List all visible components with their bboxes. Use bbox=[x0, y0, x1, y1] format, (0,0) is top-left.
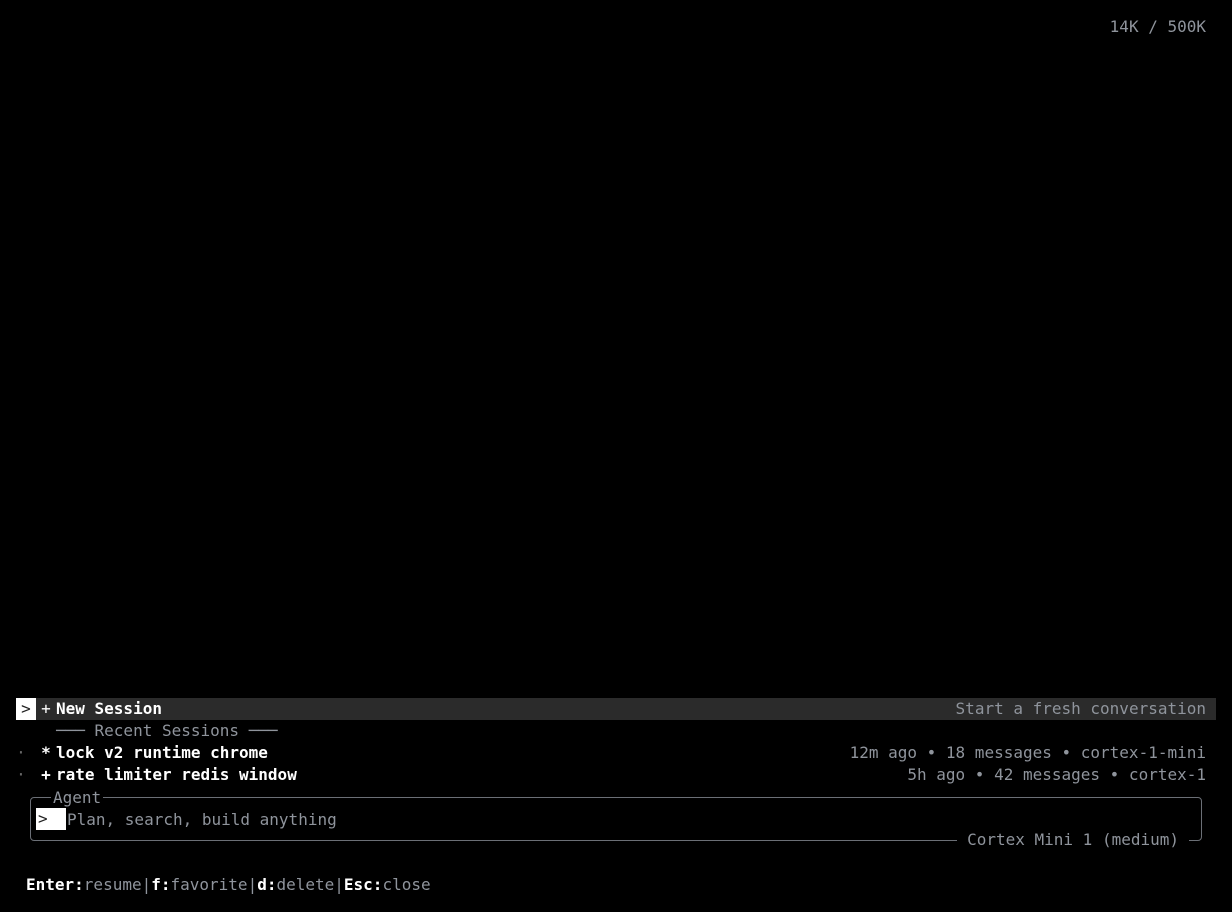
shortcut-separator: | bbox=[141, 875, 152, 894]
shortcut-action-resume: resume bbox=[83, 875, 142, 894]
shortcut-key-enter: Enter: bbox=[26, 875, 84, 894]
bullet-icon: · bbox=[16, 743, 26, 762]
recent-sessions-header: ─── Recent Sessions ─── bbox=[56, 721, 278, 740]
new-session-option[interactable]: > + New Session Start a fresh conversati… bbox=[16, 698, 1216, 720]
new-session-label: New Session bbox=[56, 699, 162, 718]
agent-input-box: Agent > Cortex Mini 1 (medium) bbox=[30, 787, 1202, 851]
session-item[interactable]: · + rate limiter redis window 5h ago • 4… bbox=[16, 764, 1216, 786]
prompt-symbol: > bbox=[38, 809, 48, 828]
shortcut-hints-bar: Enter:resume|f:favorite|d:delete|Esc:clo… bbox=[26, 874, 431, 896]
agent-prompt-input[interactable] bbox=[67, 808, 967, 830]
favorite-star-icon: * bbox=[41, 743, 51, 762]
shortcut-key-f: f: bbox=[151, 875, 171, 894]
selection-cursor-icon: > bbox=[16, 698, 36, 720]
shortcut-action-favorite: favorite bbox=[170, 875, 248, 894]
session-meta: 12m ago • 18 messages • cortex-1-mini bbox=[849, 743, 1206, 762]
session-title: lock v2 runtime chrome bbox=[56, 743, 268, 762]
shortcut-key-esc: Esc: bbox=[343, 875, 383, 894]
shortcut-action-close: close bbox=[382, 875, 431, 894]
session-title: rate limiter redis window bbox=[56, 765, 297, 784]
model-selector[interactable]: Cortex Mini 1 (medium) bbox=[957, 829, 1189, 851]
agent-box-label: Agent bbox=[51, 787, 104, 809]
session-item[interactable]: · * lock v2 runtime chrome 12m ago • 18 … bbox=[16, 742, 1216, 764]
plus-icon: + bbox=[41, 765, 51, 784]
shortcut-key-d: d: bbox=[257, 875, 277, 894]
shortcut-separator: | bbox=[247, 875, 258, 894]
plus-icon: + bbox=[41, 699, 51, 718]
new-session-description: Start a fresh conversation bbox=[955, 699, 1206, 718]
session-meta: 5h ago • 42 messages • cortex-1 bbox=[907, 765, 1206, 784]
token-usage-counter: 14K / 500K bbox=[1109, 17, 1206, 36]
shortcut-action-delete: delete bbox=[276, 875, 335, 894]
bullet-icon: · bbox=[16, 765, 26, 784]
shortcut-separator: | bbox=[334, 875, 344, 894]
prompt-cursor-icon: > bbox=[36, 808, 66, 830]
